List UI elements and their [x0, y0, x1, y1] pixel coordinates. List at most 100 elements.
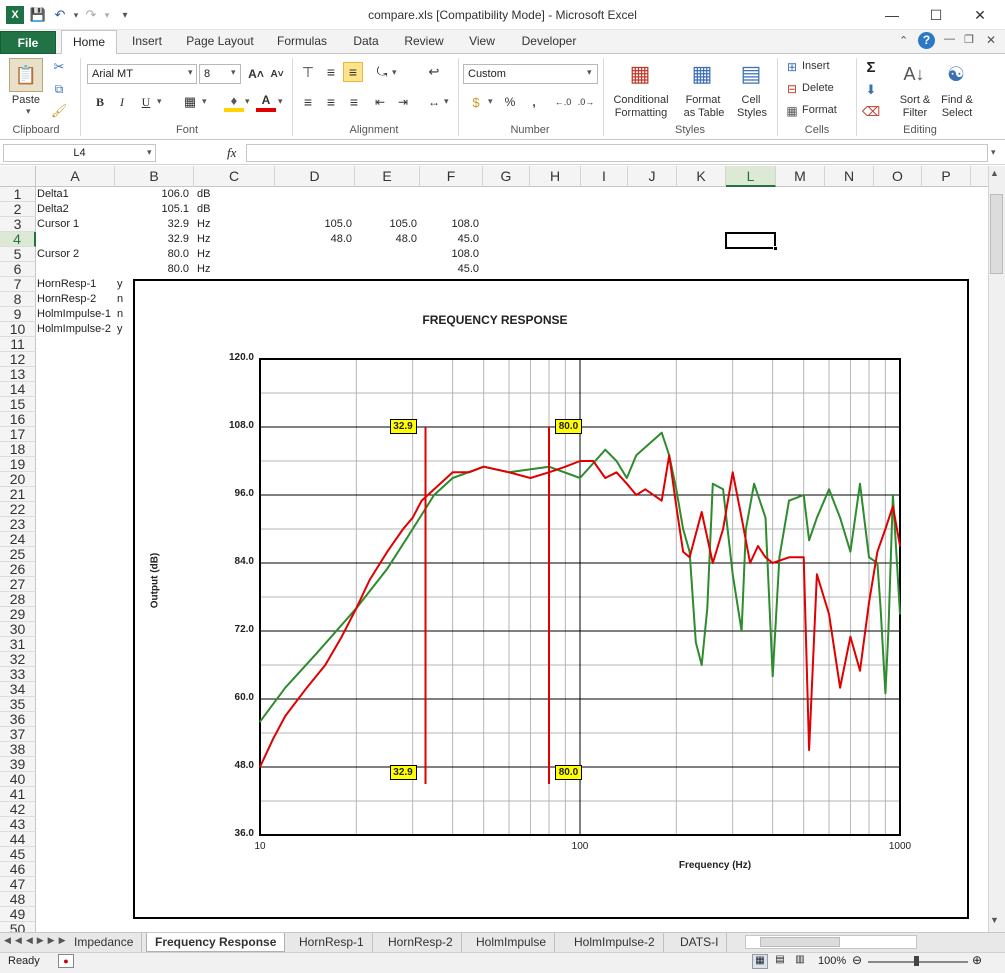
- delete-cells-icon[interactable]: ⊟: [784, 81, 800, 97]
- column-header-K[interactable]: K: [677, 166, 726, 187]
- cell-d4[interactable]: 48.0: [275, 232, 352, 247]
- find-select-line1[interactable]: Find &: [935, 94, 979, 107]
- borders-icon[interactable]: ▦: [180, 92, 200, 112]
- cell-c3[interactable]: Hz: [197, 217, 237, 232]
- fill-color-icon[interactable]: ♦: [224, 92, 244, 112]
- zoom-slider-thumb[interactable]: [914, 956, 919, 966]
- wb-minimize-icon[interactable]: —: [944, 33, 955, 45]
- sort-filter-line1[interactable]: Sort &: [893, 94, 937, 107]
- cell-styles-line2[interactable]: Styles: [729, 107, 775, 120]
- row-header-40[interactable]: 40: [0, 772, 36, 787]
- expand-formula-bar-icon[interactable]: ▾: [991, 147, 996, 158]
- cell-f5[interactable]: 108.0: [420, 247, 479, 262]
- sheet-tab-dats-i[interactable]: DATS-I: [672, 933, 728, 952]
- sheet-nav-icons[interactable]: ◀◀◀▶▶▶: [4, 935, 70, 946]
- format-as-table-line2[interactable]: as Table: [676, 107, 732, 120]
- column-header-B[interactable]: B: [115, 166, 194, 187]
- orientation-dropdown-icon[interactable]: ▾: [392, 67, 397, 78]
- orientation-icon[interactable]: ⤿: [372, 62, 392, 82]
- row-header-48[interactable]: 48: [0, 892, 36, 907]
- shrink-font-icon[interactable]: A˅: [267, 64, 287, 84]
- fill-handle[interactable]: [773, 246, 778, 251]
- cell-a10[interactable]: HolmImpulse-2: [37, 322, 115, 337]
- row-header-11[interactable]: 11: [0, 337, 36, 352]
- tab-home[interactable]: Home: [61, 30, 117, 55]
- format-as-table-line1[interactable]: Format: [678, 94, 728, 107]
- copy-icon[interactable]: ⧉: [50, 80, 68, 98]
- insert-cells-icon[interactable]: ⊞: [784, 59, 800, 75]
- row-header-31[interactable]: 31: [0, 637, 36, 652]
- cell-styles-icon[interactable]: ▤: [736, 59, 766, 89]
- maximize-button[interactable]: ☐: [914, 0, 958, 30]
- row-header-17[interactable]: 17: [0, 427, 36, 442]
- row-header-42[interactable]: 42: [0, 802, 36, 817]
- cell-e3[interactable]: 105.0: [355, 217, 417, 232]
- select-all-button[interactable]: [0, 166, 36, 187]
- column-header-I[interactable]: I: [581, 166, 628, 187]
- name-box[interactable]: L4: [3, 144, 156, 162]
- page-break-view-icon[interactable]: ▥: [792, 954, 808, 969]
- tab-data[interactable]: Data: [344, 30, 388, 54]
- column-header-P[interactable]: P: [922, 166, 971, 187]
- tab-insert[interactable]: Insert: [124, 30, 170, 54]
- grow-font-icon[interactable]: A˄: [246, 64, 266, 84]
- row-header-44[interactable]: 44: [0, 832, 36, 847]
- increase-indent-icon[interactable]: ⇥: [393, 92, 413, 112]
- collapse-ribbon-icon[interactable]: ⌃: [899, 34, 908, 47]
- column-header-J[interactable]: J: [628, 166, 677, 187]
- underline-button[interactable]: U: [136, 92, 156, 112]
- cell-a1[interactable]: Delta1: [37, 187, 115, 202]
- paste-dropdown-icon[interactable]: ▾: [26, 106, 31, 117]
- autosum-icon[interactable]: Σ: [862, 58, 880, 76]
- accounting-format-icon[interactable]: $: [466, 92, 486, 112]
- cell-b3[interactable]: 32.9: [115, 217, 189, 232]
- row-header-37[interactable]: 37: [0, 727, 36, 742]
- column-header-D[interactable]: D: [275, 166, 355, 187]
- tab-formulas[interactable]: Formulas: [270, 30, 334, 54]
- row-header-6[interactable]: 6: [0, 262, 36, 277]
- row-header-49[interactable]: 49: [0, 907, 36, 922]
- cell-b1[interactable]: 106.0: [115, 187, 189, 202]
- column-header-G[interactable]: G: [483, 166, 530, 187]
- cell-b4[interactable]: 32.9: [115, 232, 189, 247]
- row-header-34[interactable]: 34: [0, 682, 36, 697]
- cell-c2[interactable]: dB: [197, 202, 237, 217]
- cell-d3[interactable]: 105.0: [275, 217, 352, 232]
- sheet-tab-frequency-response[interactable]: Frequency Response: [146, 933, 286, 952]
- cut-icon[interactable]: ✂: [50, 58, 68, 76]
- top-align-icon[interactable]: ⊤: [298, 62, 318, 82]
- row-header-45[interactable]: 45: [0, 847, 36, 862]
- accounting-dropdown-icon[interactable]: ▾: [488, 96, 493, 107]
- tab-view[interactable]: View: [460, 30, 504, 54]
- sheet-tab-hornresp-2[interactable]: HornResp-2: [380, 933, 462, 952]
- row-header-12[interactable]: 12: [0, 352, 36, 367]
- decrease-indent-icon[interactable]: ⇤: [370, 92, 390, 112]
- column-header-H[interactable]: H: [530, 166, 581, 187]
- cell-e4[interactable]: 48.0: [355, 232, 417, 247]
- sort-filter-icon[interactable]: A↓: [899, 59, 929, 89]
- zoom-level[interactable]: 100%: [818, 955, 846, 967]
- insert-cells-button[interactable]: Insert: [802, 60, 842, 73]
- column-header-E[interactable]: E: [355, 166, 420, 187]
- font-color-icon[interactable]: A: [256, 92, 276, 112]
- delete-cells-button[interactable]: Delete: [802, 82, 842, 95]
- merge-dropdown-icon[interactable]: ▾: [444, 96, 449, 107]
- normal-view-icon[interactable]: ▦: [752, 954, 768, 969]
- row-header-28[interactable]: 28: [0, 592, 36, 607]
- format-cells-icon[interactable]: ▦: [784, 103, 800, 119]
- horizontal-scroll-thumb[interactable]: [760, 937, 840, 947]
- borders-dropdown-icon[interactable]: ▾: [202, 96, 207, 107]
- middle-align-icon[interactable]: ≡: [321, 62, 341, 82]
- minimize-button[interactable]: —: [870, 0, 914, 30]
- row-header-33[interactable]: 33: [0, 667, 36, 682]
- row-header-1[interactable]: 1: [0, 187, 36, 202]
- cell-a7[interactable]: HornResp-1: [37, 277, 115, 292]
- tab-file[interactable]: File: [0, 31, 56, 54]
- conditional-formatting-icon[interactable]: ▦: [625, 59, 655, 89]
- font-name-combo[interactable]: Arial MT: [87, 64, 197, 84]
- row-header-2[interactable]: 2: [0, 202, 36, 217]
- italic-button[interactable]: I: [112, 92, 132, 112]
- zoom-out-icon[interactable]: ⊖: [852, 953, 862, 967]
- macro-record-icon[interactable]: ●: [58, 954, 74, 968]
- row-header-39[interactable]: 39: [0, 757, 36, 772]
